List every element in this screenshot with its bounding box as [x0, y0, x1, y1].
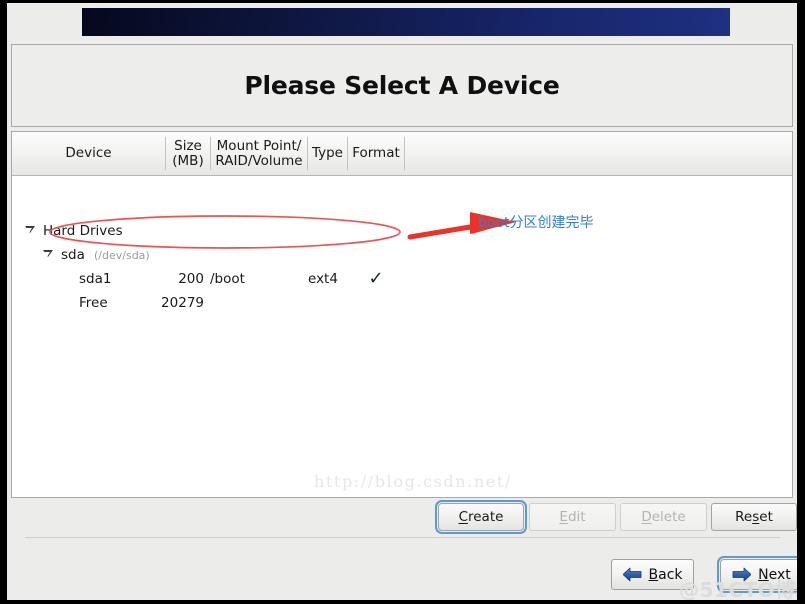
cell-format-checkmark-icon: ✓: [368, 268, 384, 289]
create-rest: reate: [468, 509, 504, 525]
cell-type: ext4: [308, 271, 338, 287]
annotation-note: boot分区创建完毕: [478, 215, 594, 231]
watermark-url: http://blog.csdn.net/: [314, 472, 512, 491]
back-button-label: Back: [649, 567, 683, 583]
reset-button-label: Reset: [735, 509, 773, 525]
page-title: Please Select A Device: [244, 71, 560, 100]
table-row[interactable]: sda1 200 /boot ext4 ✓: [12, 268, 792, 290]
reset-button[interactable]: Reset: [711, 503, 797, 531]
reset-pre: Re: [735, 509, 753, 525]
footer-separator: [25, 537, 780, 538]
cell-device: Free: [79, 295, 108, 311]
table-row[interactable]: Free 20279: [12, 292, 792, 314]
reset-rest: et: [759, 509, 773, 525]
column-header-size-line2: (MB): [172, 152, 204, 169]
column-header-mount-line1: Mount Point/: [216, 137, 302, 154]
create-button-label: Create: [459, 509, 504, 525]
arrow-left-icon: [622, 567, 642, 582]
cell-device: sda1: [79, 271, 112, 287]
delete-button: Delete: [620, 503, 707, 531]
column-header-format[interactable]: Format: [348, 132, 404, 175]
title-panel: Please Select A Device: [11, 44, 793, 127]
device-tree: Hard Drives sda (/dev/sda) sda1 200 /boo…: [12, 176, 792, 497]
cell-device-path: (/dev/sda): [94, 248, 150, 262]
cell-size: 20279: [161, 295, 204, 311]
delete-button-label: Delete: [641, 509, 685, 525]
installer-window: Please Select A Device Device Size (MB) …: [7, 3, 797, 600]
table-row[interactable]: Hard Drives: [12, 220, 792, 242]
column-header-size-line1: Size: [174, 137, 202, 154]
cell-size: 200: [178, 271, 204, 287]
top-banner: [82, 8, 730, 36]
column-header-mount-point[interactable]: Mount Point/ RAID/Volume: [211, 132, 307, 175]
table-row[interactable]: sda (/dev/sda): [12, 244, 792, 266]
expander-triangle-icon[interactable]: [42, 250, 53, 257]
column-header-type[interactable]: Type: [308, 132, 347, 175]
create-button[interactable]: Create: [435, 500, 527, 534]
delete-accel: D: [641, 509, 652, 525]
column-header-mount-line2: RAID/Volume: [215, 152, 303, 169]
column-header-device[interactable]: Device: [12, 132, 165, 175]
device-list-frame: Device Size (MB) Mount Point/ RAID/Volum…: [11, 131, 793, 498]
edit-rest: dit: [567, 509, 586, 525]
edit-button: Edit: [529, 503, 616, 531]
delete-rest: elete: [651, 509, 686, 525]
edit-button-label: Edit: [559, 509, 585, 525]
column-divider[interactable]: [404, 137, 405, 170]
table-column-header: Device Size (MB) Mount Point/ RAID/Volum…: [12, 132, 792, 176]
watermark-site: @51CTO博客: [679, 578, 797, 600]
cell-device: Hard Drives: [43, 223, 123, 239]
cell-mount-point: /boot: [210, 271, 245, 287]
expander-triangle-icon[interactable]: [24, 226, 35, 233]
column-header-size[interactable]: Size (MB): [166, 132, 210, 175]
back-accel: B: [648, 566, 659, 583]
cell-device: sda: [61, 247, 85, 263]
edit-accel: E: [559, 509, 568, 525]
create-accel: C: [458, 509, 468, 525]
